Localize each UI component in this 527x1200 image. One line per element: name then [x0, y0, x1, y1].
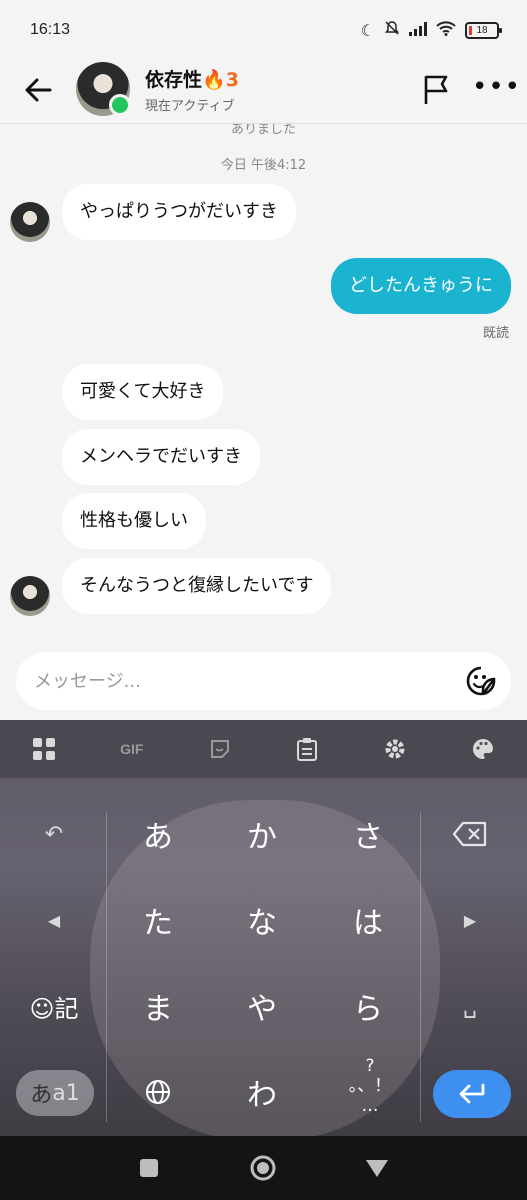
cursor-left-key[interactable]: ◀: [14, 882, 94, 958]
kana-key-ha[interactable]: は: [318, 882, 418, 958]
more-options-icon[interactable]: •••: [472, 72, 520, 108]
home-circle-icon[interactable]: [247, 1152, 279, 1184]
kana-key-ya[interactable]: や: [212, 968, 312, 1044]
active-status: 現在アクティブ: [145, 99, 235, 114]
mode-kana-label: あ: [30, 1083, 53, 1108]
key-divider: [106, 812, 107, 1122]
punct-ellipsis: …: [361, 1096, 379, 1116]
punct-question: ?: [365, 1056, 375, 1076]
battery-level: 18: [476, 24, 488, 36]
mute-bell-icon: [384, 20, 400, 40]
wifi-icon: [436, 20, 456, 40]
kana-key-a[interactable]: あ: [108, 796, 208, 872]
contact-name-text: 依存性: [145, 69, 203, 91]
kana-key-ma[interactable]: ま: [108, 968, 208, 1044]
clipboard-icon[interactable]: [288, 730, 326, 768]
streak-count: 3: [225, 69, 239, 91]
message-bubble-received[interactable]: メンヘラでだいすき: [62, 429, 260, 485]
gif-button[interactable]: GIF: [113, 730, 151, 768]
battery-icon: 18: [465, 21, 502, 39]
status-bar: 16:13 ☾ 18: [0, 0, 527, 62]
apps-grid-icon[interactable]: [25, 730, 63, 768]
message-bubble-received[interactable]: そんなうつと復縁したいです: [62, 558, 332, 614]
recents-square-icon[interactable]: [133, 1152, 165, 1184]
punct-marks: 。、！: [348, 1076, 392, 1096]
moon-icon: ☾: [360, 20, 375, 40]
message-input[interactable]: [34, 666, 434, 696]
enter-key[interactable]: [433, 1070, 511, 1118]
message-bubble-received[interactable]: やっぱりうつがだいすき: [62, 184, 296, 240]
fire-icon: 🔥: [202, 69, 226, 91]
message-composer: [16, 652, 511, 710]
back-arrow-icon[interactable]: [20, 72, 56, 108]
kana-key-na[interactable]: な: [212, 882, 312, 958]
sticker-icon[interactable]: [465, 665, 497, 697]
chat-thread[interactable]: ありました 今日 午後4:12 やっぱりうつがだいすき どしたんきゅうに 既読 …: [0, 124, 527, 720]
backspace-key[interactable]: [430, 796, 510, 872]
globe-icon[interactable]: [108, 1054, 208, 1130]
online-indicator: [109, 94, 131, 116]
kana-key-ta[interactable]: た: [108, 882, 208, 958]
sender-avatar[interactable]: [10, 202, 50, 242]
read-receipt: 既読: [482, 326, 509, 341]
status-icons: ☾ 18: [360, 20, 502, 40]
keyboard: GIF ↶ ◀ ☺記 あ a1 あ か さ た な は ま や ら わ ? 。、！…: [0, 720, 527, 1136]
cut-off-message: ありました: [230, 124, 296, 137]
settings-gear-icon[interactable]: [376, 730, 414, 768]
sticker-board-icon[interactable]: [201, 730, 239, 768]
contact-name[interactable]: 依存性🔥3: [145, 65, 239, 92]
chat-header: 依存性🔥3 現在アクティブ •••: [0, 62, 527, 124]
kana-key-wa[interactable]: わ: [212, 1054, 312, 1130]
message-bubble-received[interactable]: 性格も優しい: [62, 493, 206, 549]
message-bubble-sent[interactable]: どしたんきゅうに: [331, 258, 511, 314]
flag-icon[interactable]: [418, 72, 454, 108]
sender-avatar[interactable]: [10, 576, 50, 616]
status-time: 16:13: [30, 21, 71, 38]
kana-key-sa[interactable]: さ: [318, 796, 418, 872]
kana-key-ra[interactable]: ら: [318, 968, 418, 1044]
undo-key[interactable]: ↶: [14, 796, 94, 872]
message-bubble-received[interactable]: 可愛くて大好き: [62, 364, 224, 420]
signal-icon: [409, 21, 427, 40]
back-triangle-icon[interactable]: [361, 1152, 393, 1184]
key-divider: [420, 812, 421, 1122]
input-mode-key[interactable]: あ a1: [16, 1070, 94, 1116]
space-key[interactable]: ␣: [430, 968, 510, 1044]
cursor-right-key[interactable]: ▶: [430, 882, 510, 958]
kana-key-ka[interactable]: か: [212, 796, 312, 872]
keyboard-toolbar: GIF: [0, 720, 527, 778]
system-nav-bar: [0, 1136, 527, 1200]
emoji-symbol-key[interactable]: ☺記: [14, 968, 94, 1044]
theme-palette-icon[interactable]: [464, 730, 502, 768]
mode-alnum-label: a1: [52, 1080, 80, 1106]
message-timestamp: 今日 午後4:12: [220, 158, 307, 173]
punctuation-key[interactable]: ? 。、！ …: [330, 1056, 410, 1126]
